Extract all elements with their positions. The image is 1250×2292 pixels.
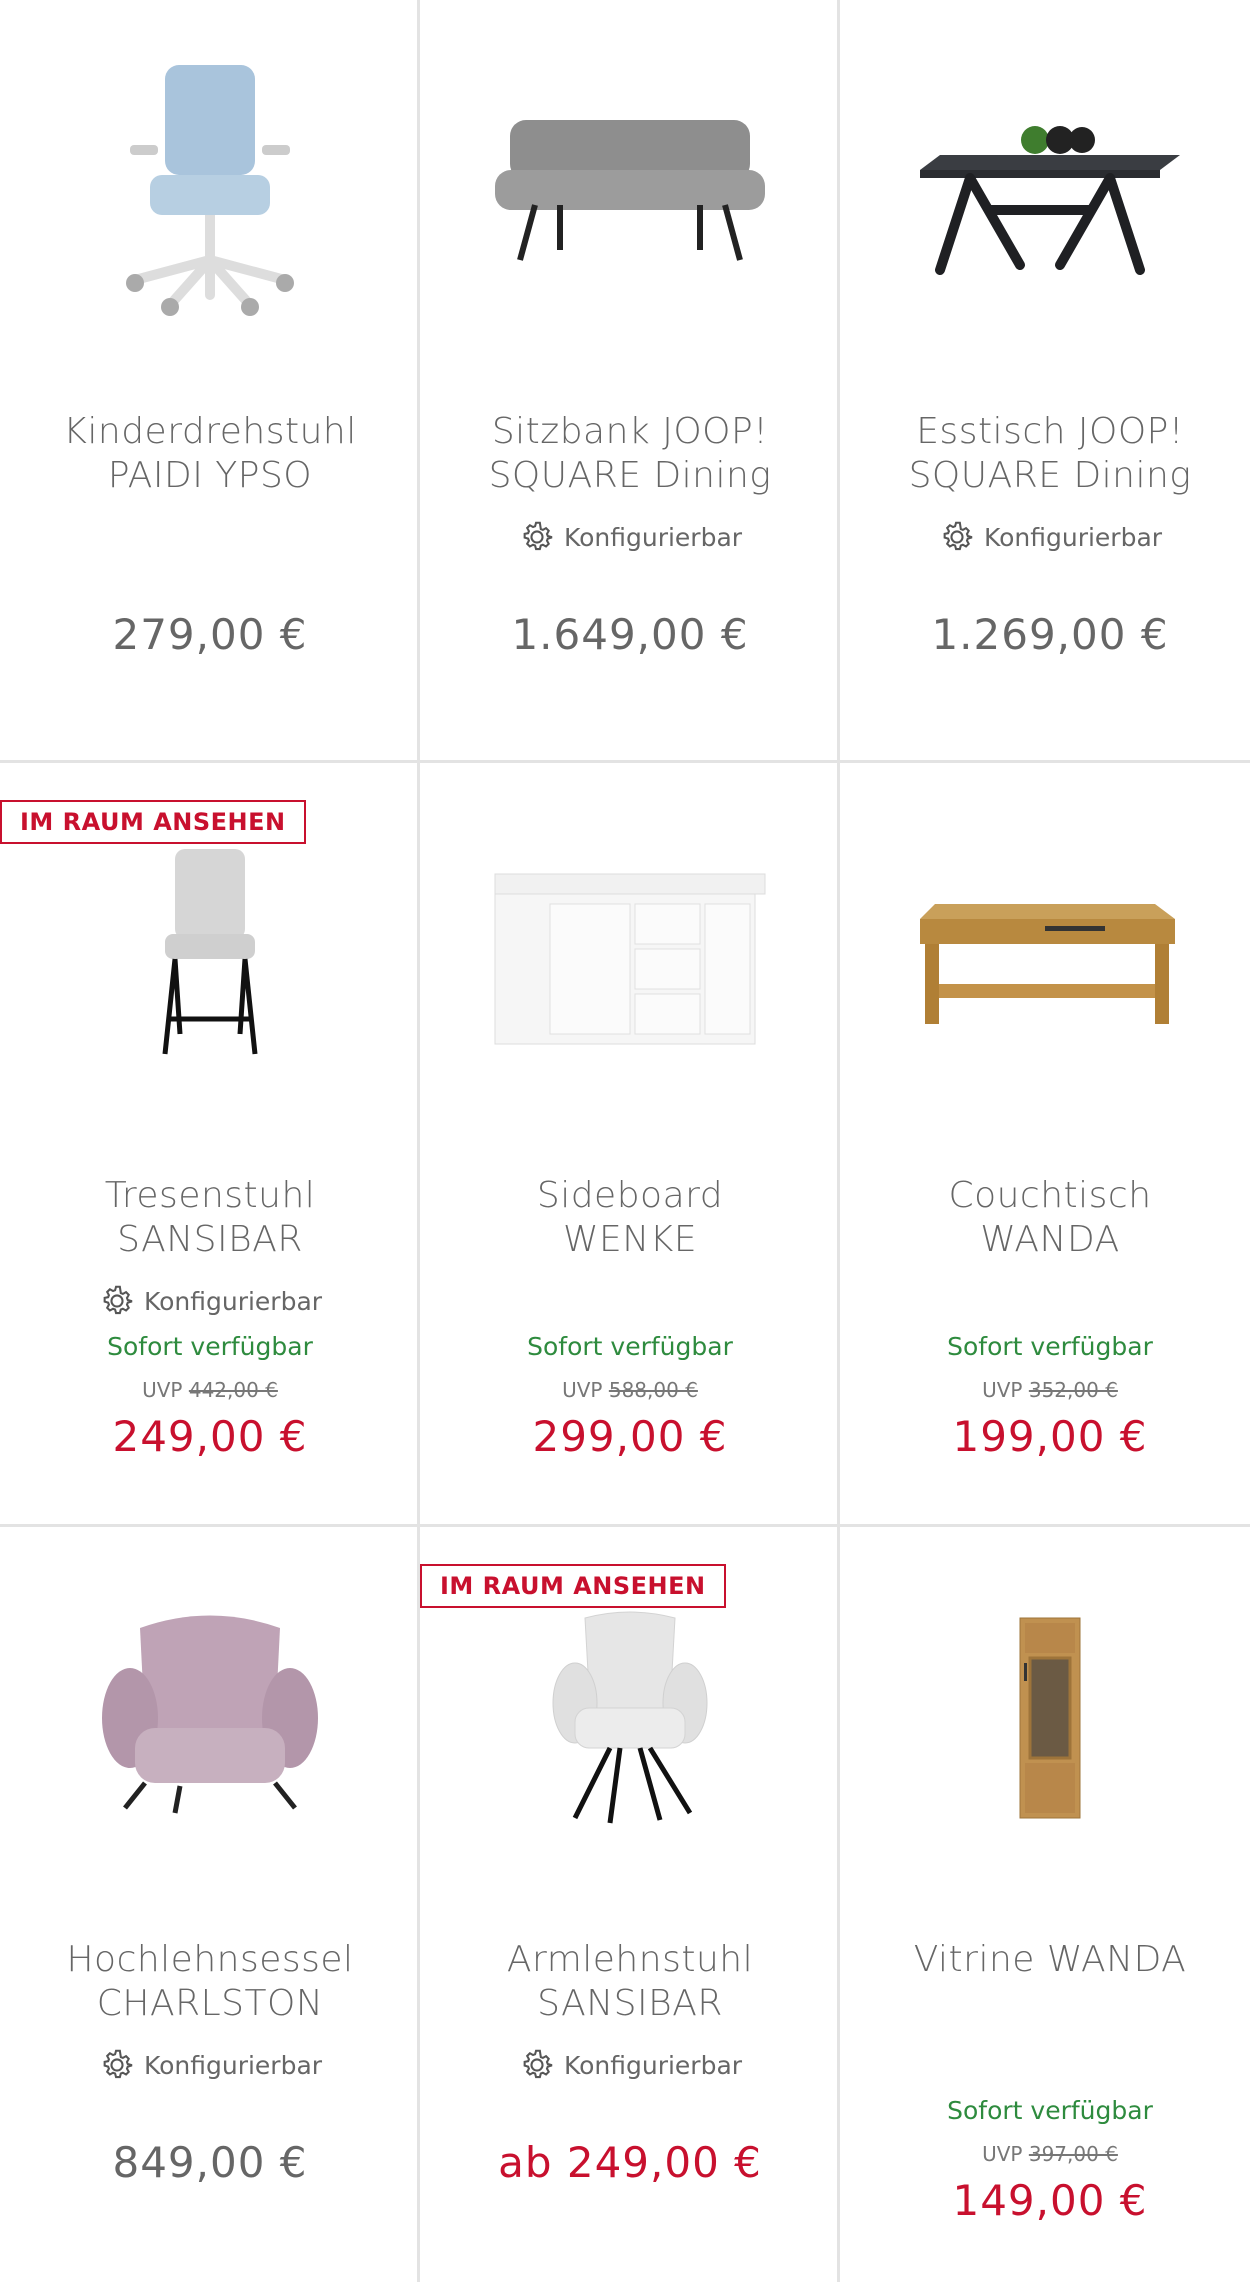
product-card[interactable]: Sitzbank JOOP! SQUARE Dining Konfigurierb…: [420, 0, 840, 764]
product-image[interactable]: [420, 804, 840, 1104]
product-image[interactable]: [0, 804, 420, 1104]
gear-icon: [103, 1285, 133, 1315]
view-in-room-badge[interactable]: IM RAUM ANSEHEN: [420, 1564, 726, 1608]
bar-stool-icon: [162, 849, 258, 1055]
dining-table-icon: [920, 126, 1180, 275]
product-card[interactable]: Kinderdrehstuhl PAIDI YPSO 279,00 €: [0, 0, 420, 764]
uvp-price: UVP 588,00 €: [562, 1378, 698, 1402]
gear-icon: [943, 521, 973, 551]
product-title[interactable]: Esstisch JOOP! SQUARE Dining: [860, 410, 1240, 498]
product-image[interactable]: [420, 40, 840, 340]
product-price: 849,00 €: [112, 2138, 308, 2187]
coffee-table-icon: [920, 904, 1175, 1024]
product-image[interactable]: [840, 40, 1250, 340]
product-title[interactable]: Kinderdrehstuhl PAIDI YPSO: [20, 410, 400, 498]
configurable-label: Konfigurierbar: [143, 1286, 323, 1316]
availability-status: Sofort verfügbar: [947, 2096, 1153, 2125]
uvp-price: UVP 442,00 €: [142, 1378, 278, 1402]
product-title[interactable]: Sitzbank JOOP! SQUARE Dining: [440, 410, 820, 498]
product-image[interactable]: [840, 804, 1250, 1104]
product-image[interactable]: [0, 1568, 420, 1868]
availability-status: Sofort verfügbar: [527, 1332, 733, 1361]
armchair-icon: [102, 1615, 318, 1814]
product-price: 249,00 €: [112, 1412, 308, 1461]
product-title[interactable]: Couchtisch WANDA: [860, 1174, 1240, 1262]
product-card[interactable]: Hochlehnsessel CHARLSTON Konfigurierbar 8…: [0, 1528, 420, 2292]
product-price: 279,00 €: [112, 610, 308, 659]
product-card[interactable]: Esstisch JOOP! SQUARE Dining Konfigurierb…: [840, 0, 1250, 764]
configurable-indicator: Konfigurierbar: [420, 518, 840, 556]
product-price: 299,00 €: [532, 1412, 728, 1461]
office-chair-icon: [126, 65, 294, 316]
product-title[interactable]: Armlehnstuhl SANSIBAR: [440, 1938, 820, 2026]
configurable-indicator: Konfigurierbar: [840, 518, 1250, 556]
product-price: 1.269,00 €: [931, 610, 1169, 659]
view-in-room-badge[interactable]: IM RAUM ANSEHEN: [0, 800, 306, 844]
product-card[interactable]: Vitrine WANDA Sofort verfügbar UVP 397,0…: [840, 1528, 1250, 2292]
product-card[interactable]: Armlehnstuhl SANSIBAR Konfigurierbar ab 2…: [420, 1528, 840, 2292]
product-card[interactable]: Tresenstuhl SANSIBAR Konfigurierbar Sofor…: [0, 764, 420, 1528]
configurable-indicator: Konfigurierbar: [420, 2046, 840, 2084]
product-title[interactable]: Sideboard WENKE: [440, 1174, 820, 1262]
configurable-label: Konfigurierbar: [983, 522, 1163, 552]
sideboard-icon: [494, 873, 766, 1045]
configurable-label: Konfigurierbar: [563, 522, 743, 552]
product-title[interactable]: Tresenstuhl SANSIBAR: [20, 1174, 400, 1262]
product-title[interactable]: Vitrine WANDA: [860, 1938, 1240, 1982]
uvp-price: UVP 352,00 €: [982, 1378, 1118, 1402]
product-title[interactable]: Hochlehnsessel CHARLSTON: [20, 1938, 400, 2026]
configurable-label: Konfigurierbar: [143, 2050, 323, 2080]
bench-icon: [495, 120, 765, 261]
gear-icon: [523, 521, 553, 551]
product-price: 1.649,00 €: [511, 610, 749, 659]
uvp-price: UVP 397,00 €: [982, 2142, 1118, 2166]
product-image[interactable]: [840, 1568, 1250, 1868]
product-image[interactable]: [420, 1568, 840, 1868]
product-card[interactable]: Sideboard WENKE Sofort verfügbar UVP 588,…: [420, 764, 840, 1528]
gear-icon: [523, 2049, 553, 2079]
product-grid: Kinderdrehstuhl PAIDI YPSO 279,00 € Sitzb…: [0, 0, 1250, 2282]
product-price: 199,00 €: [952, 1412, 1148, 1461]
display-cabinet-icon: [1019, 1617, 1081, 1819]
dining-armchair-icon: [552, 1611, 708, 1824]
product-price: 149,00 €: [952, 2176, 1148, 2225]
product-card[interactable]: Couchtisch WANDA Sofort verfügbar UVP 352…: [840, 764, 1250, 1528]
configurable-label: Konfigurierbar: [563, 2050, 743, 2080]
product-price: ab 249,00 €: [498, 2138, 762, 2187]
product-image[interactable]: [0, 40, 420, 340]
gear-icon: [103, 2049, 133, 2079]
configurable-indicator: Konfigurierbar: [0, 1282, 420, 1320]
availability-status: Sofort verfügbar: [107, 1332, 313, 1361]
availability-status: Sofort verfügbar: [947, 1332, 1153, 1361]
configurable-indicator: Konfigurierbar: [0, 2046, 420, 2084]
